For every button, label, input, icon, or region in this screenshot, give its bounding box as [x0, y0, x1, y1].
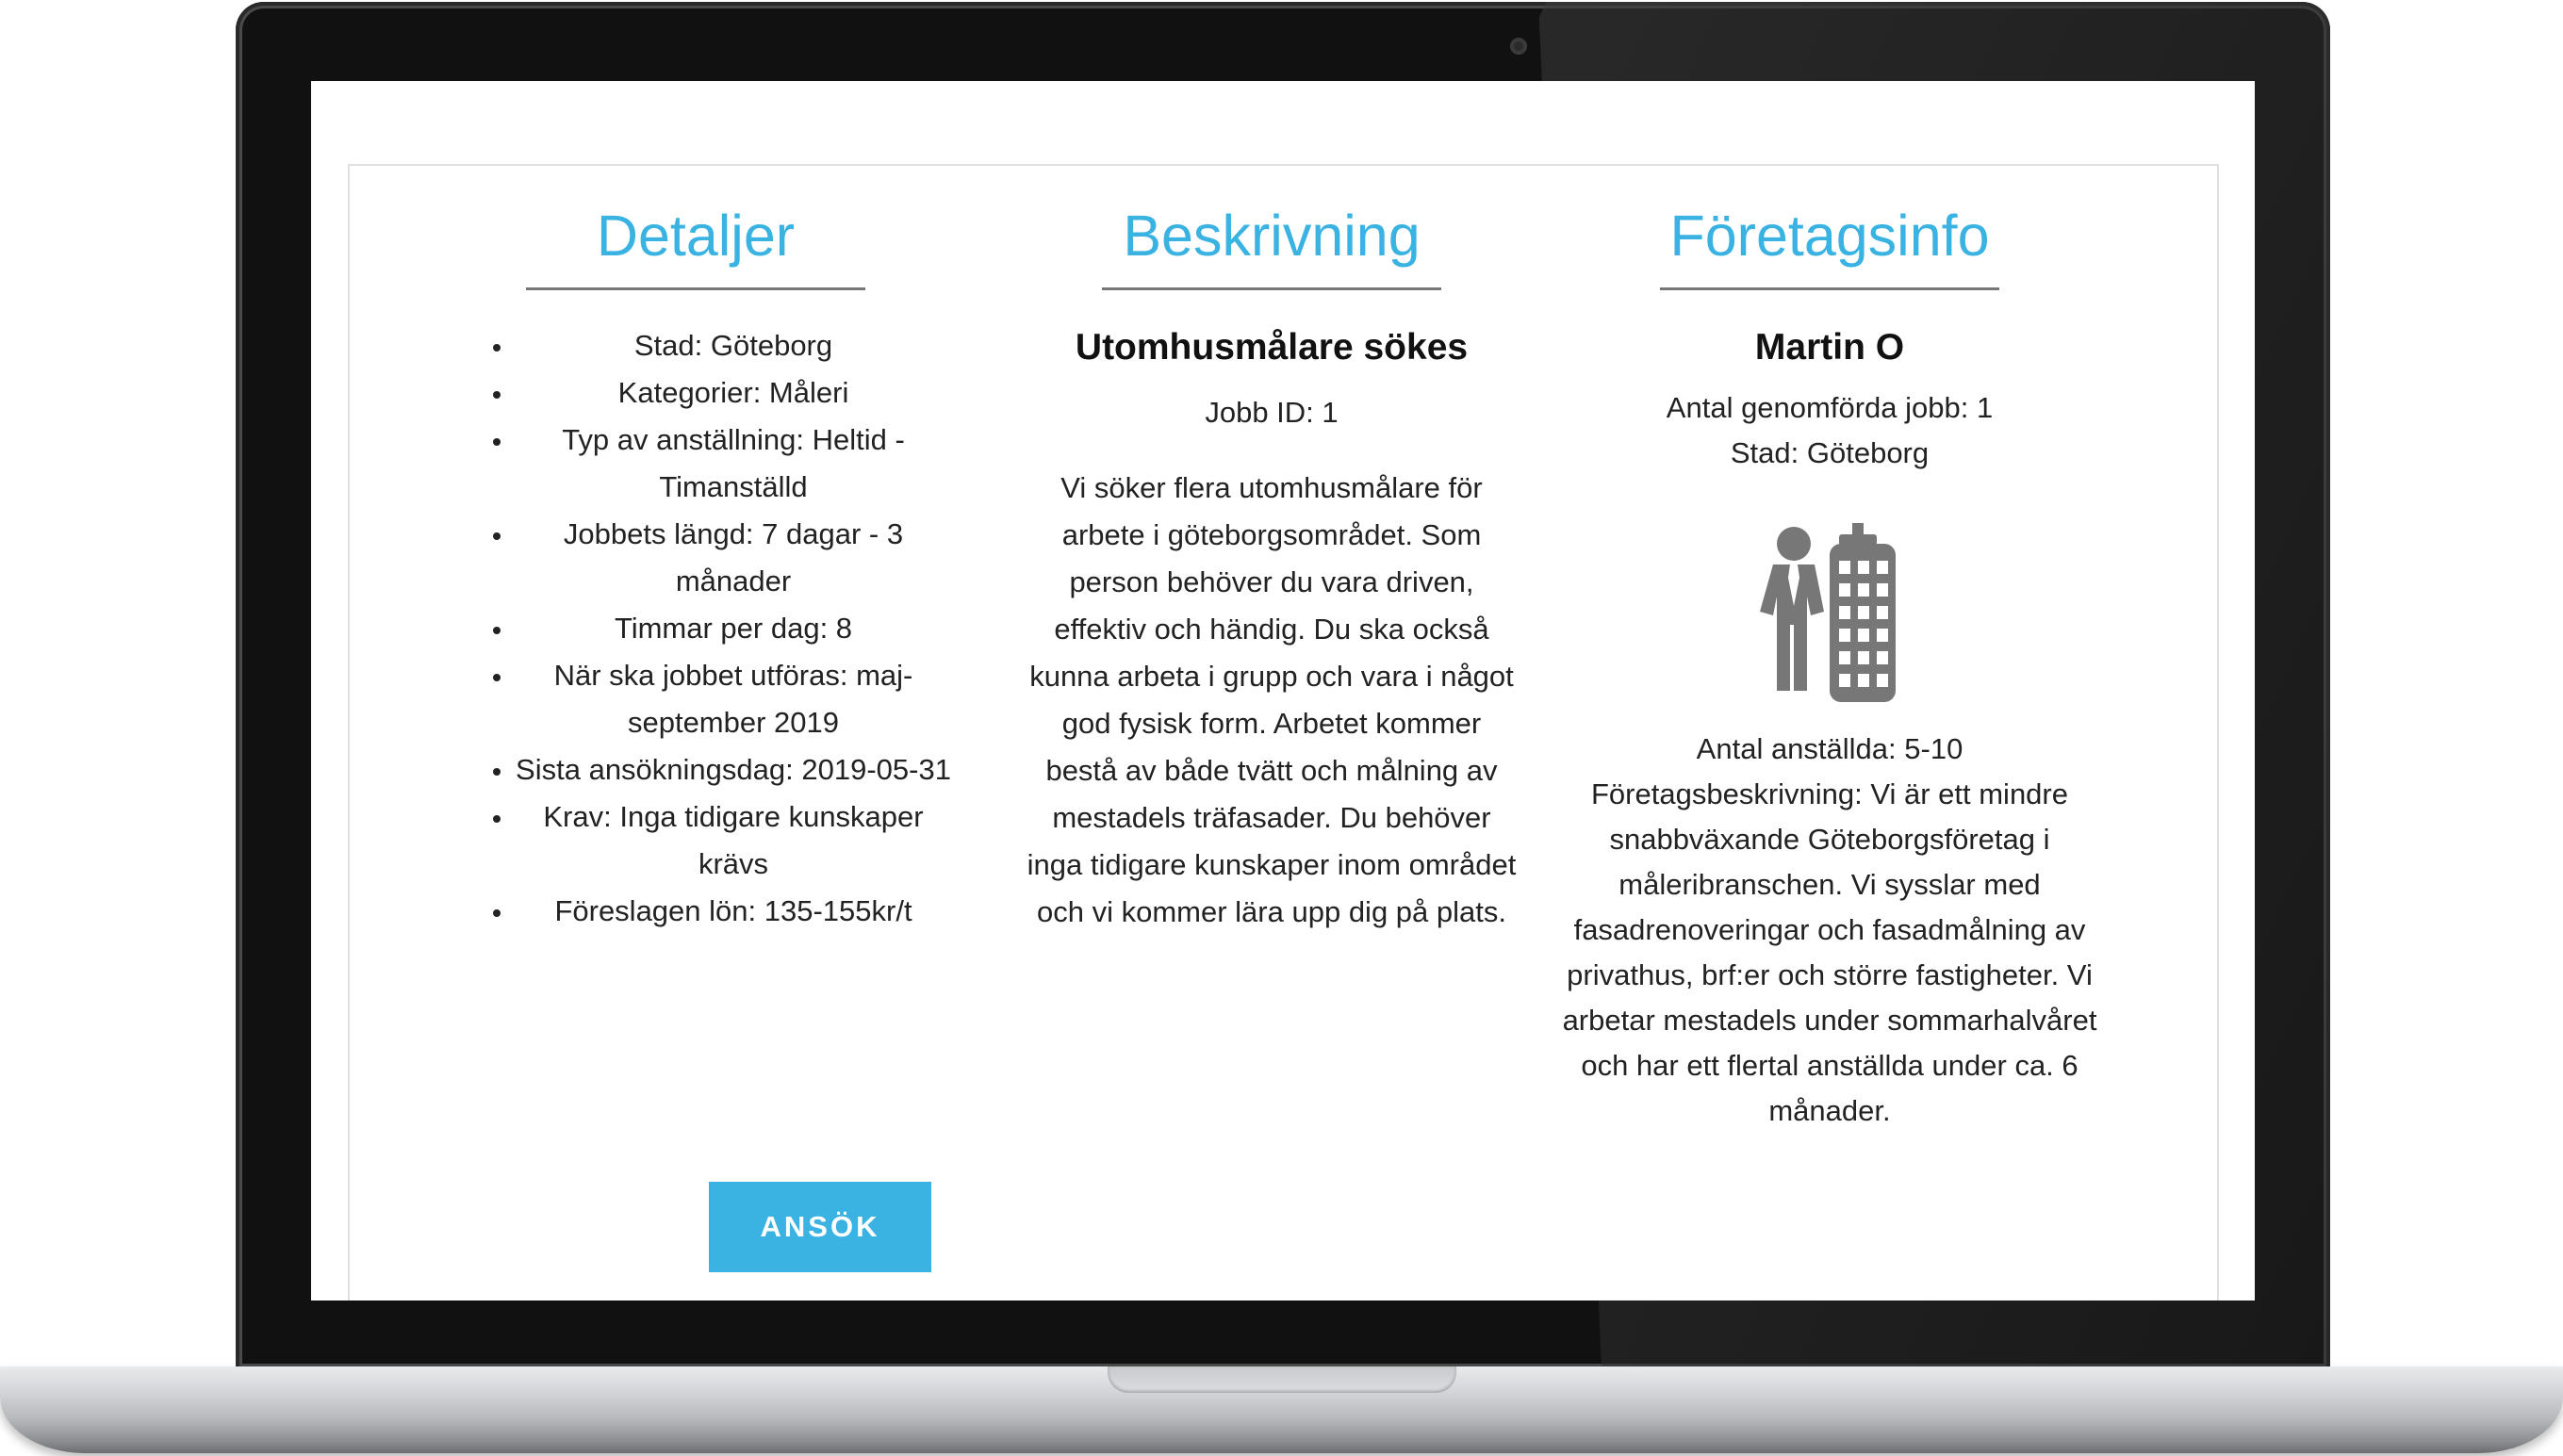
job-card: Detaljer Stad: Göteborg Kategorier: Måle… — [348, 164, 2219, 1301]
description-column: Beskrivning Utomhusmålare sökes Jobb ID:… — [1019, 166, 1524, 936]
details-list: Stad: Göteborg Kategorier: Måleri Typ av… — [432, 322, 960, 935]
job-id: Jobb ID: 1 — [1205, 395, 1339, 429]
list-item: När ska jobbet utföras: maj-september 20… — [515, 652, 960, 746]
list-item: Timmar per dag: 8 — [515, 605, 960, 652]
company-divider — [1660, 287, 1999, 291]
list-item: Stad: Göteborg — [515, 322, 960, 369]
screen: Detaljer Stad: Göteborg Kategorier: Måle… — [311, 81, 2255, 1301]
description-divider — [1102, 287, 1441, 291]
apply-button[interactable]: ANSÖK — [709, 1182, 931, 1272]
list-item: Typ av anställning: Heltid - Timanställd — [515, 417, 960, 511]
list-item: Föreslagen lön: 135-155kr/t — [515, 888, 960, 935]
laptop-notch — [1108, 1366, 1456, 1393]
company-title: Företagsinfo — [1669, 204, 1990, 268]
list-item: Jobbets längd: 7 dagar - 3 månader — [515, 511, 960, 605]
company-name: Martin O — [1754, 327, 1905, 368]
list-item: Krav: Inga tidigare kunskaper krävs — [515, 793, 960, 888]
details-divider — [526, 287, 865, 291]
list-item: Sista ansökningsdag: 2019-05-31 — [515, 746, 960, 793]
job-title: Utomhusmålare sökes — [1075, 327, 1469, 368]
company-column: Företagsinfo Martin O Antal genomförda j… — [1556, 166, 2103, 1134]
company-jobs-done: Antal genomförda jobb: 1 — [1666, 390, 1994, 424]
webcam — [1510, 38, 1527, 55]
businessman-building-icon — [1735, 515, 1924, 704]
company-city: Stad: Göteborg — [1730, 435, 1930, 469]
details-title: Detaljer — [596, 204, 796, 268]
list-item: Kategorier: Måleri — [515, 369, 960, 417]
laptop-base — [0, 1366, 2563, 1453]
company-description: Företagsbeskrivning: Vi är ett mindre sn… — [1562, 777, 2097, 1127]
company-employees: Antal anställda: 5-10 — [1696, 731, 1963, 765]
description-title: Beskrivning — [1123, 204, 1421, 268]
details-column: Detaljer Stad: Göteborg Kategorier: Måle… — [432, 166, 960, 1272]
job-description: Vi söker flera utomhusmålare för arbete … — [1027, 470, 1517, 928]
